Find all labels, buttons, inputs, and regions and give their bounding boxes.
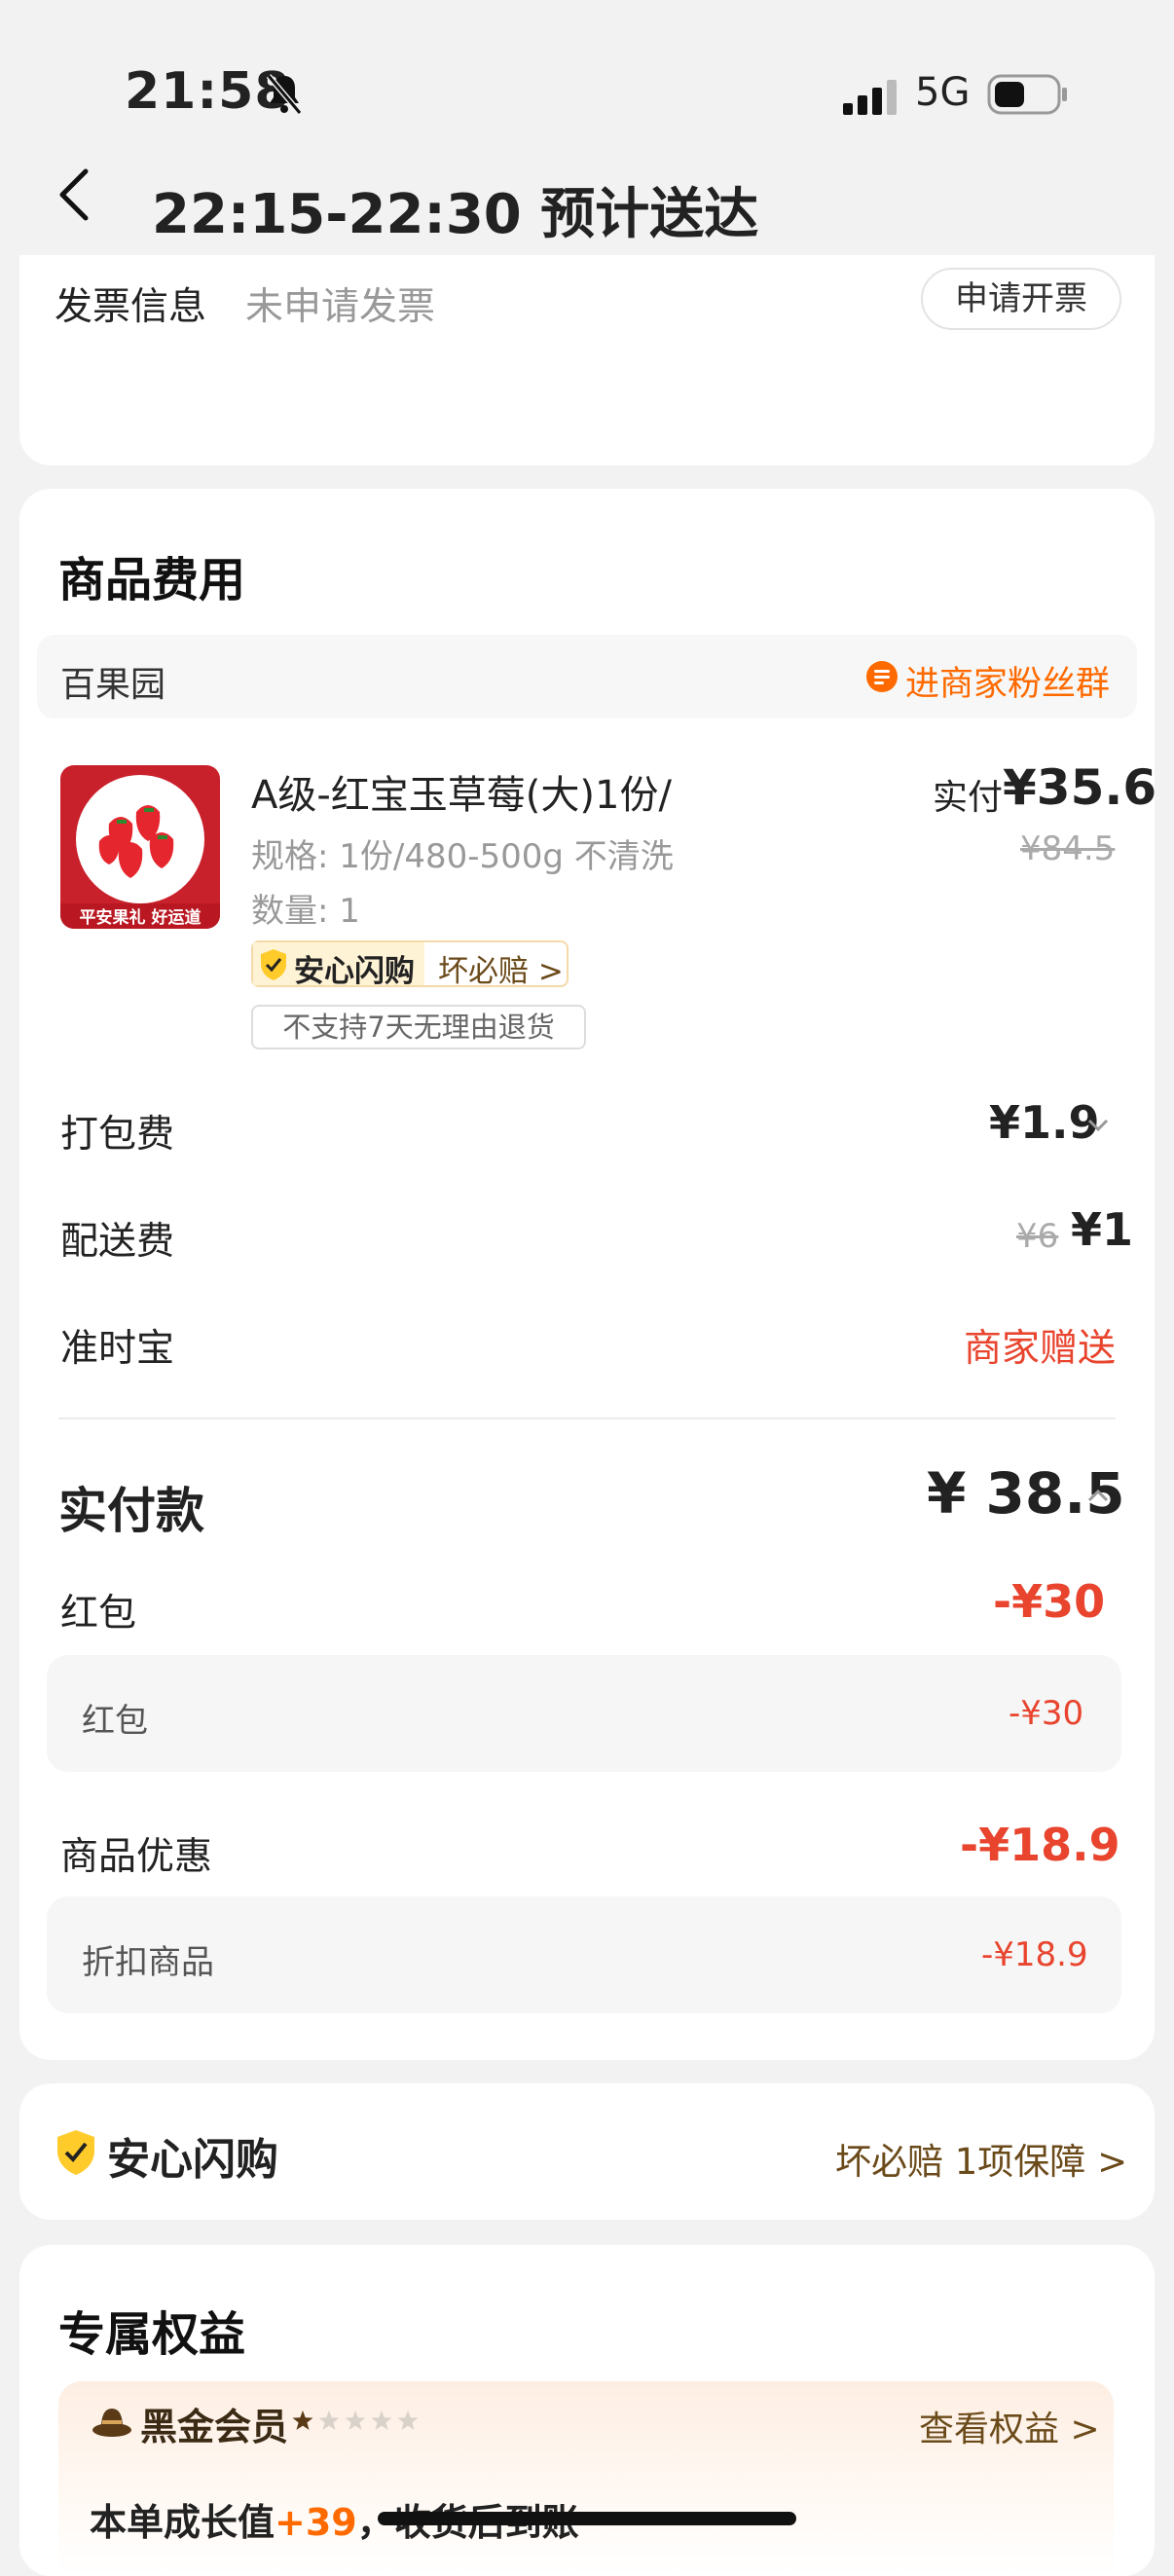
assurance-tag-title: 安心闪购 (294, 954, 415, 989)
battery-icon (987, 74, 1067, 115)
shield-check-icon (261, 949, 286, 980)
redpacket-detail-value: -¥30 (1009, 1694, 1084, 1733)
delivery-fee-original: ¥6 (1016, 1217, 1059, 1256)
invoice-status: 未申请发票 (245, 285, 436, 329)
total-label: 实付款 (58, 1483, 204, 1539)
growth-prefix: 本单成长值 (90, 2501, 275, 2544)
shop-name[interactable]: 百果园 (60, 656, 165, 707)
star-icon (318, 2410, 340, 2430)
goods-fee-title: 商品费用 (58, 553, 246, 607)
join-fans-group-link[interactable]: 进商家粉丝群 (905, 656, 1110, 706)
product-quantity: 数量: 1 (251, 892, 360, 931)
star-icon (371, 2410, 392, 2430)
chat-group-icon (866, 661, 898, 692)
star-icon (345, 2410, 366, 2430)
packing-fee-label: 打包费 (60, 1113, 175, 1157)
discount-detail-value: -¥18.9 (981, 1935, 1088, 1974)
product-thumbnail[interactable]: 平安果礼 好运道 (60, 765, 220, 929)
shield-check-icon (57, 2130, 94, 2175)
no-return-badge: 不支持7天无理由退货 (251, 1005, 586, 1049)
product-name[interactable]: A级-红宝玉草莓(大)1份/ (251, 763, 672, 820)
growth-value: +39 (275, 2501, 357, 2544)
back-arrow-icon[interactable] (53, 166, 95, 224)
star-icon (292, 2410, 313, 2430)
paid-label: 实付 (933, 778, 1004, 818)
thumb-caption: 平安果礼 好运道 (80, 907, 202, 928)
invoice-label: 发票信息 (55, 285, 207, 329)
redpacket-value: -¥30 (993, 1575, 1106, 1628)
ontime-label: 准时宝 (60, 1327, 175, 1371)
assurance-tag-sub: 坏必赔 > (438, 954, 564, 989)
redpacket-detail-label: 红包 (82, 1702, 148, 1741)
page-title: 22:15-22:30 预计送达 (152, 183, 759, 246)
crown-hat-icon (92, 2409, 131, 2437)
divider (58, 1417, 1116, 1419)
mute-bell-icon (266, 74, 303, 115)
assurance-title: 安心闪购 (107, 2135, 278, 2185)
discount-detail-label: 折扣商品 (82, 1943, 214, 1982)
signal-icon (843, 80, 897, 115)
member-level: 黑金会员 (140, 2406, 289, 2448)
ontime-value: 商家赠送 (964, 1327, 1117, 1371)
network-type: 5G (915, 70, 971, 115)
discount-value: -¥18.9 (960, 1819, 1120, 1871)
redpacket-label: 红包 (60, 1592, 137, 1636)
home-indicator[interactable] (378, 2512, 796, 2525)
apply-invoice-button[interactable]: 申请开票 (921, 268, 1121, 330)
member-star-rating (292, 2410, 419, 2430)
view-benefits-link[interactable]: 查看权益 > (919, 2401, 1100, 2451)
chevron-up-icon[interactable] (1086, 1488, 1110, 1503)
discount-label: 商品优惠 (60, 1835, 213, 1879)
paid-price: ¥35.6 (1003, 759, 1157, 816)
product-spec: 规格: 1份/480-500g 不清洗 (251, 837, 674, 876)
assurance-link[interactable]: 坏必赔 1项保障 > (835, 2132, 1127, 2185)
chevron-down-icon[interactable] (1086, 1118, 1110, 1133)
benefits-title: 专属权益 (58, 2307, 246, 2362)
star-icon (397, 2410, 419, 2430)
redpacket-detail-box (47, 1655, 1121, 1772)
delivery-fee-label: 配送费 (60, 1220, 175, 1264)
original-price: ¥84.5 (1020, 829, 1116, 868)
delivery-fee-value: ¥1 (1071, 1203, 1134, 1256)
packing-fee-value[interactable]: ¥1.9 (989, 1096, 1100, 1149)
